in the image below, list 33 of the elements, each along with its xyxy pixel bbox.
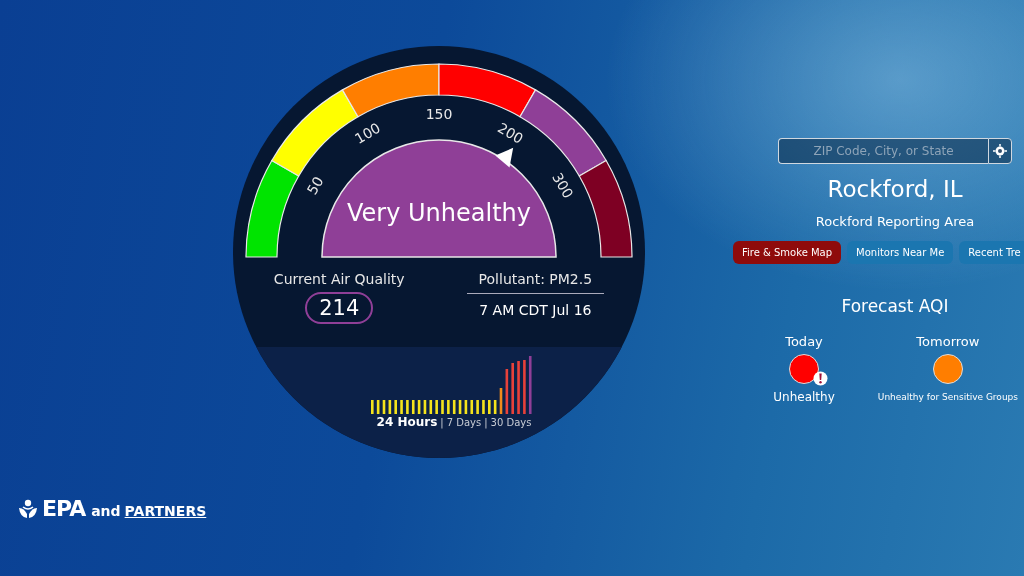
logo-text: EPA [42, 496, 86, 521]
range-tab[interactable]: 30 Days [490, 417, 532, 428]
current-air-quality-label: Current Air Quality [273, 271, 405, 287]
range-tab[interactable]: 24 Hours [376, 415, 438, 429]
gauge-tick-label: 200 [494, 119, 527, 147]
range-tab[interactable]: 7 Days [446, 417, 482, 428]
separator: | [484, 417, 488, 428]
partners-link[interactable]: PARTNERS [124, 503, 207, 519]
link-button[interactable]: Fire & Smoke Map [733, 241, 842, 264]
timestamp: 7 AM CDT Jul 16 [479, 302, 592, 318]
flower-logo-icon [18, 498, 38, 519]
locate-button[interactable] [988, 138, 1012, 164]
aqi-value: 214 [305, 292, 374, 324]
day-label: Tomorrow [916, 334, 980, 349]
link-button[interactable]: Recent Tre [959, 241, 1024, 264]
pointer-icon [495, 147, 514, 168]
category-label: Unhealthy for Sensitive Groups [877, 392, 1018, 402]
forecast-heading: Forecast AQI [841, 296, 949, 316]
gauge-tick-label: 150 [425, 106, 453, 122]
gauge-tick-label: 100 [351, 119, 384, 147]
city-heading: Rockford, IL [827, 176, 963, 202]
search-field[interactable]: ZIP Code, City, or State [778, 138, 988, 164]
category-label: Unhealthy [773, 390, 835, 404]
pollutant-label: Pollutant: PM2.5 [466, 271, 605, 294]
alert-icon [813, 371, 828, 386]
gauge-tick-label: 50 [303, 173, 327, 198]
reporting-area-label: Rockford Reporting Area [815, 214, 975, 229]
footer-text: and [91, 503, 121, 519]
category-label: Very Unhealthy [347, 199, 531, 227]
separator: | [440, 417, 444, 428]
crosshair-icon [993, 144, 1007, 158]
day-label: Today [785, 334, 823, 349]
link-button[interactable]: Monitors Near Me [847, 241, 954, 264]
